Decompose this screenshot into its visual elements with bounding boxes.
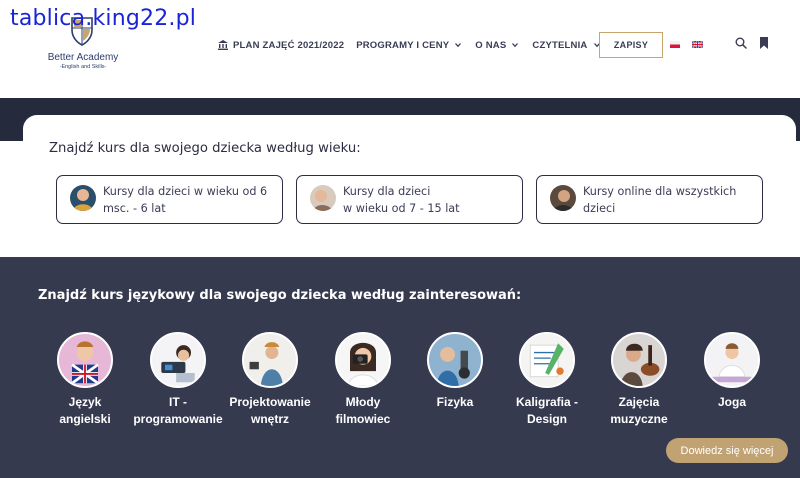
logo-name: Better Academy xyxy=(47,52,119,63)
interest-photo xyxy=(704,332,760,388)
interest-mlody-filmowiec[interactable]: Młody filmowiec xyxy=(313,332,413,428)
nav-czytelnia-label: CZYTELNIA xyxy=(532,39,588,51)
age-option-label: Kursy dla dzieci w wieku od 6 msc. - 6 l… xyxy=(103,185,268,215)
logo-tagline: -English and Skills- xyxy=(59,64,107,70)
chevron-down-icon xyxy=(512,43,519,48)
interest-label: Język angielski xyxy=(59,395,111,426)
nav-programy-label: PROGRAMY I CENY xyxy=(356,39,450,51)
interest-photo xyxy=(427,332,483,388)
nav-plan-zajec[interactable]: PLAN ZAJĘĆ 2021/2022 xyxy=(218,40,344,51)
nav-programy-i-ceny[interactable]: PROGRAMY I CENY xyxy=(356,39,462,51)
search-icon[interactable] xyxy=(735,37,747,49)
nav-czytelnia[interactable]: CZYTELNIA xyxy=(532,39,600,51)
interest-label: Zajęcia muzyczne xyxy=(610,395,668,426)
nav-plan-label: PLAN ZAJĘĆ 2021/2022 xyxy=(233,39,345,51)
interest-zajecia-muzyczne[interactable]: Zajęcia muzyczne xyxy=(589,332,689,428)
interests-section-title: Znajdź kurs językowy dla swojego dziecka… xyxy=(38,288,522,303)
interest-label: Młody filmowiec xyxy=(335,395,391,426)
bank-icon xyxy=(218,40,228,50)
age-section-title: Znajdź kurs dla swojego dziecka według w… xyxy=(49,141,361,156)
interest-jezyk-angielski[interactable]: Język angielski xyxy=(35,332,135,428)
interest-photo xyxy=(242,332,298,388)
interest-it-programowanie[interactable]: IT - programowanie xyxy=(128,332,228,428)
bookmark-icon[interactable] xyxy=(759,37,769,49)
watermark-text: tablica.king22.pl xyxy=(10,6,197,31)
interest-label: IT - programowanie xyxy=(133,395,223,426)
age-option-label: Kursy online dla wszystkich dzieci xyxy=(583,185,737,215)
zapisy-button[interactable]: ZAPISY xyxy=(599,32,663,58)
age-option-label: Kursy dla dzieci w wieku od 7 - 15 lat xyxy=(343,185,460,215)
interest-label: Projektowanie wnętrz xyxy=(229,395,311,426)
nav-o-nas[interactable]: O NAS xyxy=(475,39,519,51)
interest-photo xyxy=(150,332,206,388)
interest-photo xyxy=(519,332,575,388)
age-option-7-15lat[interactable]: Kursy dla dzieci w wieku od 7 - 15 lat xyxy=(296,175,523,224)
child-photo-thumb xyxy=(310,185,336,211)
age-option-online[interactable]: Kursy online dla wszystkich dzieci xyxy=(536,175,763,224)
interest-fizyka[interactable]: Fizyka xyxy=(405,332,505,411)
flag-pl-icon[interactable] xyxy=(670,41,680,48)
chevron-down-icon xyxy=(455,43,462,48)
nav-onas-label: O NAS xyxy=(475,39,507,51)
dowiedz-sie-wiecej-button[interactable]: Dowiedz się więcej xyxy=(666,438,788,463)
interest-label: Joga xyxy=(717,395,746,409)
main-nav: PLAN ZAJĘĆ 2021/2022 PROGRAMY I CENY O N… xyxy=(218,38,600,52)
child-photo-thumb xyxy=(550,185,576,211)
interest-label: Fizyka xyxy=(436,395,474,409)
interest-joga[interactable]: Joga xyxy=(682,332,782,411)
interest-photo xyxy=(57,332,113,388)
child-photo-thumb xyxy=(70,185,96,211)
interest-photo xyxy=(611,332,667,388)
age-option-6msc-6lat[interactable]: Kursy dla dzieci w wieku od 6 msc. - 6 l… xyxy=(56,175,283,224)
interest-kaligrafia-design[interactable]: Kaligrafia - Design xyxy=(497,332,597,428)
interest-label: Kaligrafia - Design xyxy=(515,395,578,426)
flag-en-icon[interactable] xyxy=(692,41,703,48)
interest-photo xyxy=(335,332,391,388)
interest-projektowanie-wnetrz[interactable]: Projektowanie wnętrz xyxy=(220,332,320,428)
